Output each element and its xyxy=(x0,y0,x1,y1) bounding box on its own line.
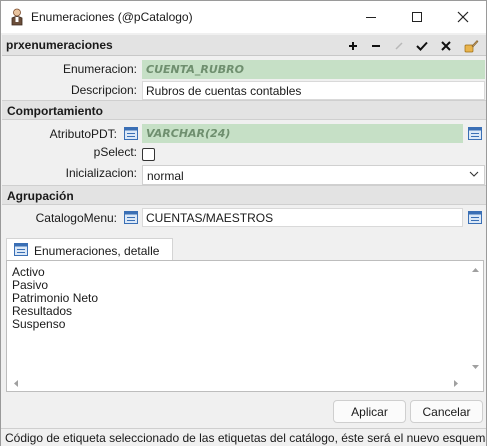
brush-icon xyxy=(464,39,478,52)
close-window-button[interactable] xyxy=(440,1,486,33)
vertical-scrollbar[interactable] xyxy=(468,261,483,375)
lookup-list-icon[interactable] xyxy=(124,127,138,140)
minimize-button[interactable] xyxy=(348,1,394,33)
catalogo-menu-label: CatalogoMenu: xyxy=(35,211,117,225)
group-comportamiento: Comportamiento xyxy=(2,100,486,120)
check-icon xyxy=(416,41,428,51)
inicializacion-label: Inicializacion: xyxy=(65,166,137,180)
pselect-checkbox[interactable] xyxy=(142,148,155,161)
record-header: prxenumeraciones xyxy=(2,35,486,56)
list-item[interactable]: Suspenso xyxy=(12,318,98,331)
detail-panel: Activo Pasivo Patrimonio Neto Resultados… xyxy=(6,260,484,392)
atributo-pdt-field: VARCHAR(24) xyxy=(142,124,463,143)
minimize-icon xyxy=(366,17,376,18)
group-agrupacion: Agrupación xyxy=(2,185,486,205)
tab-enumeraciones-detalle[interactable]: Enumeraciones, detalle xyxy=(6,238,173,261)
maximize-icon xyxy=(412,12,422,22)
pencil-icon xyxy=(395,42,403,50)
group-agrupacion-title: Agrupación xyxy=(7,189,74,203)
minus-icon xyxy=(372,45,380,47)
enumeracion-field: CUENTA_RUBRO xyxy=(142,60,485,79)
pselect-label: pSelect: xyxy=(93,145,137,159)
brush-tool-button[interactable] xyxy=(463,38,479,54)
enumeracion-label: Enumeracion: xyxy=(62,62,137,76)
descripcion-field[interactable]: Rubros de cuentas contables xyxy=(142,81,485,100)
catalogo-menu-field[interactable]: CUENTAS/MAESTROS xyxy=(142,208,463,227)
catalog-detail-icon[interactable] xyxy=(468,211,482,224)
inicializacion-select[interactable]: normal xyxy=(142,165,485,185)
descripcion-label: Descripcion: xyxy=(70,83,137,97)
record-name: prxenumeraciones xyxy=(6,38,113,52)
maximize-button[interactable] xyxy=(394,1,440,33)
plus-icon xyxy=(349,42,357,50)
x-icon xyxy=(441,41,451,51)
detail-list[interactable]: Activo Pasivo Patrimonio Neto Resultados… xyxy=(12,266,98,331)
cancel-record-button[interactable] xyxy=(438,38,454,54)
cancel-button[interactable]: Cancelar xyxy=(410,400,483,423)
inicializacion-value: normal xyxy=(147,169,184,183)
table-icon xyxy=(14,243,28,256)
detail-list-icon[interactable] xyxy=(468,127,482,140)
atributo-pdt-label: AtributoPDT: xyxy=(49,127,117,141)
apply-button[interactable]: Aplicar xyxy=(333,400,406,423)
remove-record-button[interactable] xyxy=(368,38,384,54)
accept-record-button[interactable] xyxy=(414,38,430,54)
tab-label: Enumeraciones, detalle xyxy=(34,244,160,258)
window-title: Enumeraciones (@pCatalogo) xyxy=(31,10,193,24)
add-record-button[interactable] xyxy=(345,38,361,54)
dialog-window: Enumeraciones (@pCatalogo) prxenumeracio… xyxy=(0,0,487,446)
title-bar: Enumeraciones (@pCatalogo) xyxy=(1,1,486,33)
catalog-lookup-icon[interactable] xyxy=(124,211,138,224)
group-comportamiento-title: Comportamiento xyxy=(7,104,103,118)
app-person-icon xyxy=(11,8,23,26)
chevron-down-icon xyxy=(469,171,479,177)
status-bar: Código de etiqueta seleccionado de las e… xyxy=(1,428,486,446)
horizontal-scrollbar[interactable] xyxy=(7,376,469,391)
edit-record-button[interactable] xyxy=(391,38,407,54)
close-icon xyxy=(457,11,469,23)
